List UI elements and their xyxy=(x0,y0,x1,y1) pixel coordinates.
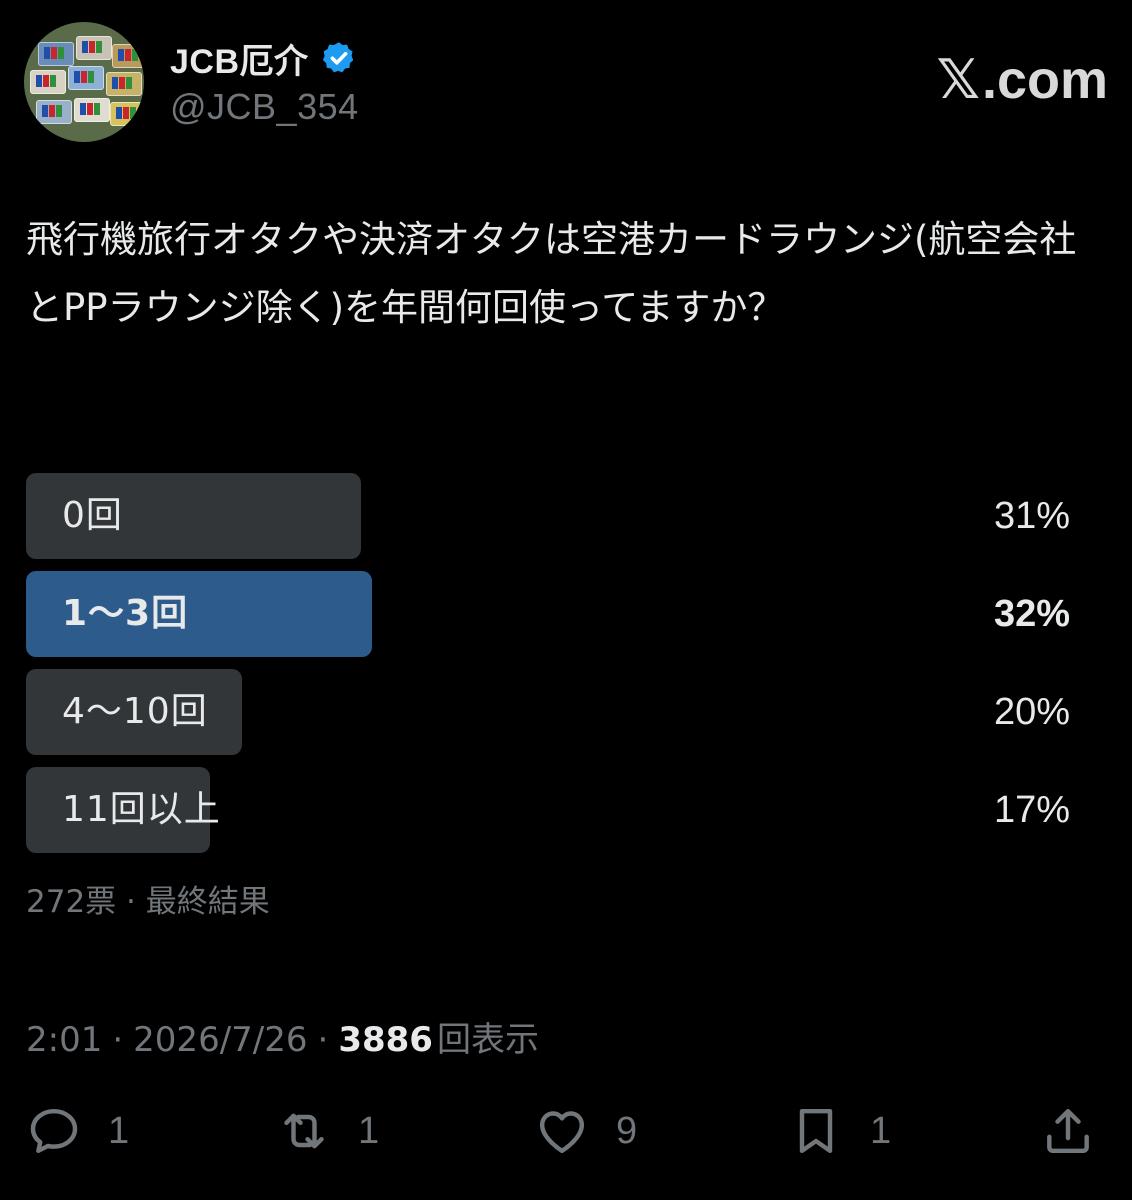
poll-option-winner[interactable]: 1〜3回 32% xyxy=(26,571,1070,657)
poll-option[interactable]: 11回以上 17% xyxy=(26,767,1070,853)
tweet-text: 飛行機旅行オタクや決済オタクは空港カードラウンジ(航空会社とPPラウンジ除く)を… xyxy=(26,218,1077,329)
bookmark-button[interactable]: 1 xyxy=(788,1100,891,1162)
action-bar: 1 1 9 1 xyxy=(26,1100,1096,1162)
name-line: JCB厄介 xyxy=(170,34,357,83)
reply-icon xyxy=(30,1108,78,1154)
display-name[interactable]: JCB厄介 xyxy=(170,34,309,83)
x-logo-icon: 𝕏 xyxy=(936,48,980,111)
poll-option[interactable]: 0回 31% xyxy=(26,473,1070,559)
like-button[interactable]: 9 xyxy=(534,1100,637,1162)
poll-option-label: 11回以上 xyxy=(62,789,221,830)
poll-option[interactable]: 4〜10回 20% xyxy=(26,669,1070,755)
poll-option-percent: 20% xyxy=(993,691,1070,733)
timestamp: 2:01 · 2026/7/26 · 3886 回表示 xyxy=(26,1012,539,1061)
poll-option-percent: 17% xyxy=(993,789,1070,831)
separator: · xyxy=(317,1020,329,1060)
brand-suffix: .com xyxy=(981,49,1108,110)
poll-meta: 272票 · 最終結果 xyxy=(26,884,270,920)
post-date[interactable]: 2026/7/26 xyxy=(133,1020,307,1060)
poll-option-label: 1〜3回 xyxy=(62,593,189,634)
post-time[interactable]: 2:01 xyxy=(26,1020,102,1060)
poll-option-label: 0回 xyxy=(62,495,123,536)
repost-icon xyxy=(284,1113,324,1149)
x-com-logo: 𝕏 .com xyxy=(936,48,1108,111)
views-count: 3886 xyxy=(338,1020,433,1060)
share-icon xyxy=(1047,1108,1089,1154)
bookmark-icon xyxy=(799,1108,833,1154)
poll-option-percent: 32% xyxy=(993,593,1070,635)
bookmark-count: 1 xyxy=(870,1109,892,1152)
tweet-header: JCB厄介 @JCB_354 𝕏 .com xyxy=(24,22,1108,142)
reply-count: 1 xyxy=(108,1109,130,1152)
avatar[interactable] xyxy=(24,22,144,142)
reply-button[interactable]: 1 xyxy=(26,1100,129,1162)
share-button[interactable] xyxy=(1040,1100,1096,1162)
like-icon xyxy=(539,1111,585,1154)
repost-count: 1 xyxy=(358,1109,380,1152)
verified-badge-icon xyxy=(322,42,353,73)
like-count: 9 xyxy=(616,1109,638,1152)
repost-button[interactable]: 1 xyxy=(276,1100,379,1162)
views-label: 回表示 xyxy=(436,1020,539,1060)
poll: 0回 31% 1〜3回 32% 4〜10回 20% 11回以上 17% xyxy=(26,473,1070,865)
poll-option-label: 4〜10回 xyxy=(62,691,208,732)
handle[interactable]: @JCB_354 xyxy=(170,86,359,128)
separator: · xyxy=(112,1020,124,1060)
poll-option-percent: 31% xyxy=(993,495,1070,537)
